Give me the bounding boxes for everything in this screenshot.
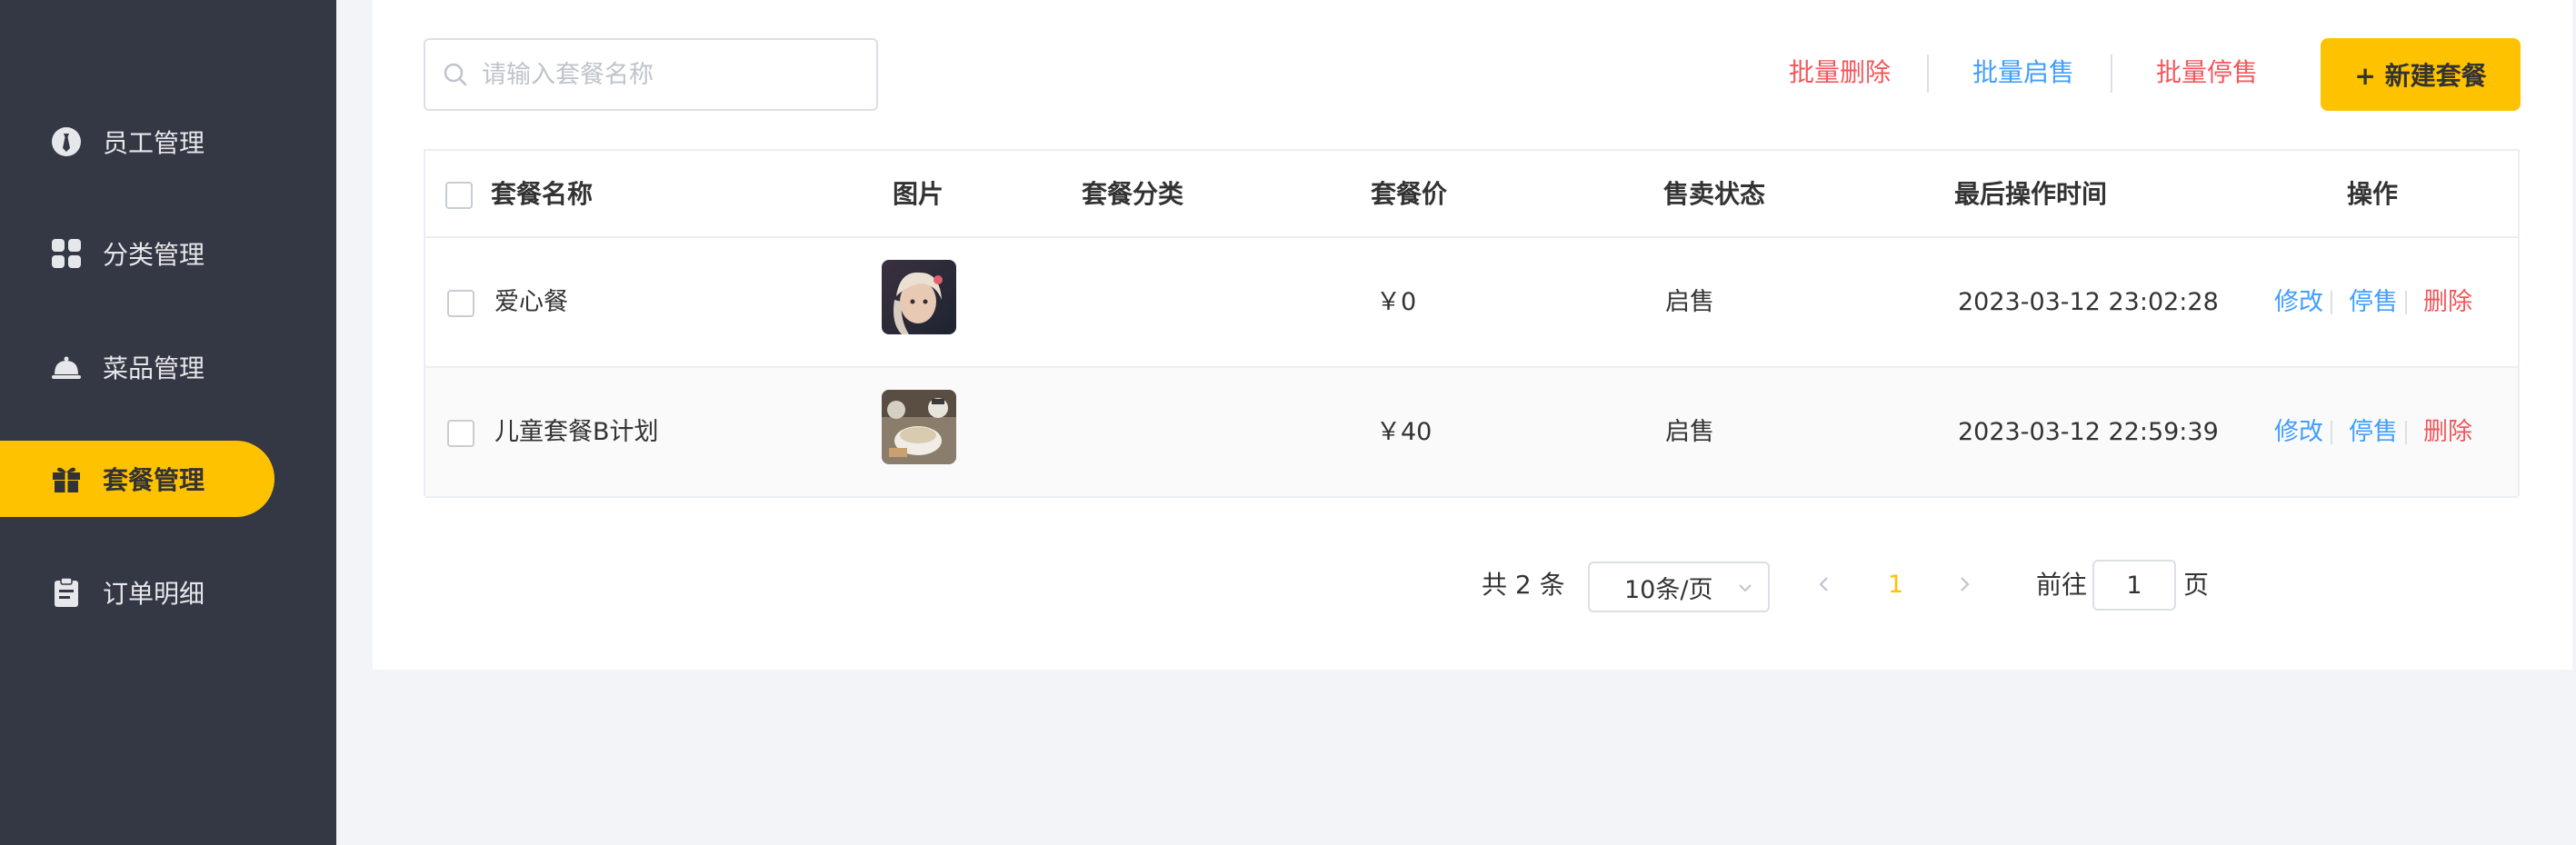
sidebar-item-category[interactable]: 分类管理 — [0, 215, 275, 292]
gift-icon — [50, 462, 83, 495]
add-setmeal-button[interactable]: + 新建套餐 — [2321, 38, 2521, 111]
category-grid-icon — [50, 237, 83, 270]
select-all-checkbox[interactable] — [445, 182, 473, 209]
setmeal-updated: 2023-03-12 22:59:39 — [1958, 418, 2219, 446]
divider — [2111, 55, 2112, 93]
sidebar-item-label: 员工管理 — [103, 128, 205, 158]
header-updated[interactable]: 最后操作时间 — [1954, 151, 2107, 238]
prev-page-icon[interactable] — [1812, 572, 1836, 596]
row-checkbox[interactable] — [447, 420, 474, 447]
employee-tie-icon — [50, 125, 83, 158]
setmeal-price: ￥0 — [1376, 288, 1417, 316]
page-size-select[interactable]: 10条/页 — [1588, 562, 1770, 612]
goto-page-input[interactable] — [2092, 560, 2176, 611]
divider — [2331, 291, 2332, 314]
header-status[interactable]: 售卖状态 — [1663, 151, 1765, 238]
sidebar-item-label: 订单明细 — [103, 579, 205, 609]
batch-disable-button[interactable]: 批量停售 — [2156, 53, 2258, 89]
delete-link[interactable]: 删除 — [2423, 286, 2472, 319]
setmeal-updated: 2023-03-12 23:02:28 — [1958, 288, 2219, 316]
setmeal-status: 启售 — [1665, 418, 1714, 446]
setmeal-image — [882, 260, 956, 334]
dish-cloche-icon — [50, 351, 83, 383]
goto-label: 前往 — [2036, 570, 2088, 600]
sidebar: 员工管理 分类管理 菜品管理 套餐管理 订单明细 — [0, 0, 336, 845]
divider — [2331, 421, 2332, 444]
setmeal-price: ￥40 — [1376, 418, 1433, 446]
setmeal-name: 儿童套餐B计划 — [494, 418, 659, 446]
sidebar-item-label: 分类管理 — [103, 240, 205, 270]
edit-link[interactable]: 修改 — [2274, 286, 2323, 319]
batch-delete-button[interactable]: 批量删除 — [1789, 53, 1891, 89]
table-row: 爱心餐 ￥0 启售 2023-03-12 23:02:28 修改 停售 删除 — [425, 238, 2518, 368]
row-checkbox[interactable] — [447, 290, 474, 317]
header-image: 图片 — [893, 179, 944, 209]
table-row: 儿童套餐B计划 ￥40 启售 2023-03-12 22:59:39 修改 停售… — [425, 368, 2518, 498]
delete-link[interactable]: 删除 — [2423, 416, 2472, 449]
divider — [1927, 55, 1929, 93]
sidebar-item-label: 套餐管理 — [103, 465, 205, 495]
setmeal-table: 套餐名称 图片 套餐分类 套餐价 售卖状态 最后操作时间 操作 爱心餐 ￥0 启… — [424, 149, 2520, 498]
sidebar-item-dish[interactable]: 菜品管理 — [0, 329, 275, 405]
header-price[interactable]: 套餐价 — [1371, 151, 1447, 238]
chevron-down-icon — [1739, 584, 1752, 592]
sidebar-item-setmeal[interactable]: 套餐管理 — [0, 441, 275, 517]
goto-suffix: 页 — [2183, 570, 2210, 600]
header-actions: 操作 — [2347, 179, 2399, 209]
search-input[interactable] — [482, 60, 864, 89]
disable-link[interactable]: 停售 — [2349, 416, 2398, 449]
table-header: 套餐名称 图片 套餐分类 套餐价 售卖状态 最后操作时间 操作 — [425, 151, 2518, 238]
divider — [2405, 291, 2407, 314]
setmeal-status: 启售 — [1665, 288, 1714, 316]
divider — [2405, 421, 2407, 444]
main-card: 批量删除 批量启售 批量停售 + 新建套餐 套餐名称 图片 套餐分类 套餐价 售… — [373, 0, 2572, 670]
edit-link[interactable]: 修改 — [2274, 416, 2323, 449]
setmeal-image — [882, 390, 956, 464]
sidebar-item-label: 菜品管理 — [103, 353, 205, 383]
header-name[interactable]: 套餐名称 — [491, 151, 593, 238]
sidebar-item-employee[interactable]: 员工管理 — [0, 104, 275, 180]
next-page-icon[interactable] — [1952, 572, 1976, 596]
disable-link[interactable]: 停售 — [2349, 286, 2398, 319]
batch-enable-button[interactable]: 批量启售 — [1972, 53, 2074, 89]
search-box[interactable] — [424, 38, 878, 111]
setmeal-name: 爱心餐 — [494, 288, 568, 316]
page-number-current[interactable]: 1 — [1888, 569, 1903, 601]
header-category[interactable]: 套餐分类 — [1082, 151, 1183, 238]
search-icon — [444, 63, 467, 86]
sidebar-item-orders[interactable]: 订单明细 — [0, 554, 275, 631]
clipboard-icon — [50, 576, 83, 609]
pagination-total: 共 2 条 — [1482, 570, 1565, 600]
page-size-value: 10条/页 — [1624, 575, 1713, 604]
